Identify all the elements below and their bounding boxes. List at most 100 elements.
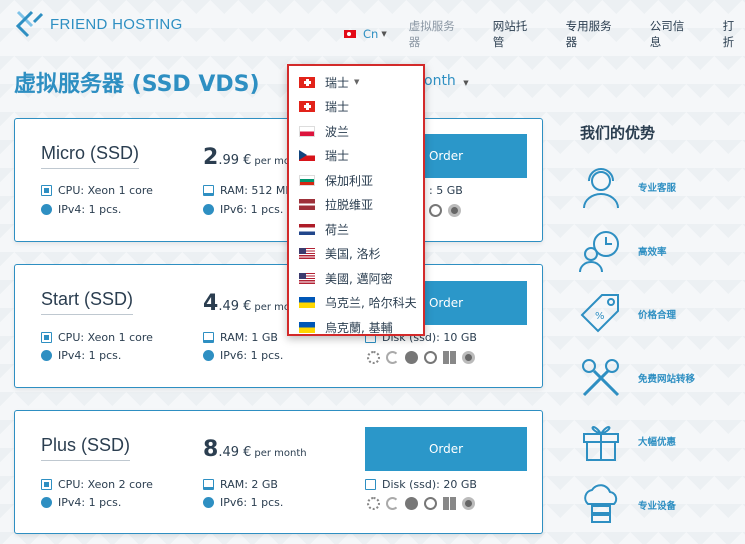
cd-icon <box>462 497 475 510</box>
spec-disk-label: Disk (ssd): 20 GB <box>382 478 477 491</box>
location-option[interactable]: 拉脱维亚 <box>289 193 423 218</box>
cd-icon <box>462 351 475 364</box>
price-decimal: .99 € <box>218 153 252 168</box>
plan-name: Start (SSD) <box>41 289 134 315</box>
language-selector[interactable]: Cn ▼ <box>344 27 387 41</box>
cloud-server-icon <box>584 484 618 523</box>
spec-ram: RAM: 2 GB <box>203 478 278 491</box>
location-label: 荷兰 <box>325 222 350 237</box>
advantage-label: 专业设备 <box>638 501 677 512</box>
location-option[interactable]: 波兰 <box>289 119 423 144</box>
location-label: 美国, 洛杉 <box>325 247 381 262</box>
advantage-label: 大幅优惠 <box>638 437 677 448</box>
location-option[interactable]: 美国, 洛杉 <box>289 242 423 267</box>
language-label: Cn <box>363 27 379 41</box>
spec-ipv4-label: IPv4: 1 pcs. <box>58 349 122 362</box>
period-selector[interactable]: onth ▼ <box>424 73 469 89</box>
spec-ipv6-label: IPv6: 1 pcs. <box>220 203 284 216</box>
os-icons <box>367 351 475 364</box>
globe-icon <box>41 204 52 215</box>
nav-item-vps[interactable]: 虚拟服务器 <box>409 18 465 50</box>
location-option-selected[interactable]: 瑞士 ▼ <box>289 70 423 95</box>
spec-ram-label: RAM: 2 GB <box>220 478 278 491</box>
advantage-label: 价格合理 <box>638 310 677 321</box>
location-option[interactable]: 瑞士 <box>289 95 423 120</box>
os-icons <box>429 204 461 217</box>
centos-icon <box>367 497 380 510</box>
chevron-down-icon: ▼ <box>463 79 469 87</box>
ukraine-flag-icon <box>299 297 315 309</box>
globe-icon <box>41 497 52 508</box>
os-icons <box>367 497 475 510</box>
location-option[interactable]: 瑞士 <box>289 144 423 169</box>
order-button[interactable]: Order <box>365 427 527 471</box>
logo-icon <box>15 10 44 38</box>
tools-icon <box>582 359 620 397</box>
location-label: 乌克兰, 哈尔科夫 <box>325 296 417 311</box>
period-label: onth <box>424 73 456 89</box>
location-option[interactable]: 保加利亚 <box>289 168 423 193</box>
location-option[interactable]: 烏克蘭, 基輔 <box>289 315 423 340</box>
page-title: 虚拟服务器 (SSD VDS) <box>14 72 260 97</box>
location-label: 瑞士 <box>325 149 350 164</box>
plan-price: 2.99 € per mont <box>203 145 300 170</box>
poland-flag-icon <box>299 125 315 137</box>
cpu-icon <box>41 479 52 490</box>
location-dropdown[interactable]: 瑞士 ▼ 瑞士 波兰 瑞士 保加利亚 拉脱维亚 荷兰 美国, 洛杉 美國, 邁阿… <box>287 64 425 336</box>
location-option[interactable]: 荷兰 <box>289 217 423 242</box>
plan-card-start: Start (SSD) 4.49 € per mont CPU: Xeon 1 c… <box>14 264 543 388</box>
price-tag-icon: % <box>580 294 619 333</box>
price-integer: 8 <box>203 437 219 462</box>
advantage-discount: 大幅优惠 <box>578 418 676 464</box>
location-option[interactable]: 乌克兰, 哈尔科夫 <box>289 291 423 316</box>
bulgaria-flag-icon <box>299 174 315 186</box>
czech-flag-icon <box>299 150 315 162</box>
netherlands-flag-icon <box>299 223 315 235</box>
chevron-down-icon: ▼ <box>381 30 387 38</box>
location-label: 烏克蘭, 基輔 <box>325 320 393 335</box>
nav-item-discounts[interactable]: 打折 <box>723 18 745 50</box>
cpu-icon <box>41 332 52 343</box>
location-label: 拉脱维亚 <box>325 198 374 213</box>
ubuntu-icon <box>424 351 437 364</box>
ubuntu-icon <box>429 204 442 217</box>
advantage-label: 专业客服 <box>638 183 677 194</box>
nav-item-dedicated[interactable]: 专用服务器 <box>566 18 622 50</box>
spec-ram: RAM: 512 MB <box>203 184 293 197</box>
price-period: per month <box>254 448 307 459</box>
chevron-down-icon: ▼ <box>354 78 360 87</box>
switzerland-flag-icon <box>299 76 315 88</box>
spec-ipv6-label: IPv6: 1 pcs. <box>220 496 284 509</box>
nav-item-company[interactable]: 公司信息 <box>650 18 695 50</box>
svg-text:%: % <box>595 311 605 322</box>
clock-person-icon <box>579 231 619 273</box>
price-decimal: .49 € <box>218 445 252 460</box>
price-integer: 4 <box>203 291 219 316</box>
headset-icon <box>583 168 619 209</box>
spec-cpu-label: CPU: Xeon 1 core <box>58 184 153 197</box>
globe-icon <box>203 497 214 508</box>
location-option[interactable]: 美國, 邁阿密 <box>289 266 423 291</box>
main-nav: Cn ▼ 虚拟服务器 网站托管 专用服务器 公司信息 打折 <box>344 18 745 50</box>
logo[interactable]: FRIEND HOSTING <box>14 8 183 40</box>
spec-ipv6: IPv6: 1 pcs. <box>203 203 283 216</box>
spec-disk: : 5 GB <box>429 184 463 197</box>
windows-icon <box>443 351 456 364</box>
price-decimal: .49 € <box>218 299 252 314</box>
nav-item-hosting[interactable]: 网站托管 <box>493 18 538 50</box>
location-label: 波兰 <box>325 124 350 139</box>
switzerland-flag-icon <box>299 101 315 113</box>
advantages-title: 我们的优势 <box>580 124 656 142</box>
cd-icon <box>448 204 461 217</box>
debian-icon <box>386 497 399 510</box>
spec-disk: Disk (ssd): 20 GB <box>365 478 477 491</box>
location-label: 美國, 邁阿密 <box>325 271 393 286</box>
advantage-equipment: 专业设备 <box>578 482 676 528</box>
ram-icon <box>203 332 214 343</box>
globe-icon <box>203 350 214 361</box>
ram-icon <box>203 479 214 490</box>
centos-icon <box>367 351 380 364</box>
plan-card-plus: Plus (SSD) 8.49 € per month CPU: Xeon 2 c… <box>14 410 543 534</box>
spec-ram-label: RAM: 512 MB <box>220 184 293 197</box>
spec-ipv6: IPv6: 1 pcs. <box>203 349 283 362</box>
